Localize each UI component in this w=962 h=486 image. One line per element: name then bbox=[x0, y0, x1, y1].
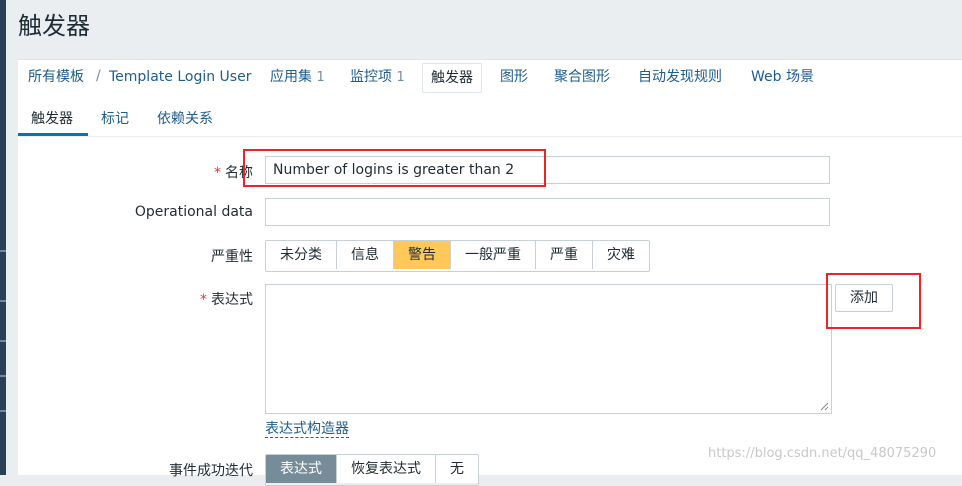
nav-items-count: 1 bbox=[396, 70, 405, 85]
nav-discovery-rules[interactable]: 自动发现规则 bbox=[638, 68, 722, 86]
annotation-box-add bbox=[826, 273, 921, 329]
nav-applications-label: 应用集 bbox=[270, 69, 312, 85]
watermark: https://blog.csdn.net/qq_48075290 bbox=[708, 446, 937, 461]
nav-items[interactable]: 监控项 1 bbox=[350, 68, 405, 87]
ok-event-recovery-expression[interactable]: 恢复表达式 bbox=[337, 455, 436, 483]
ok-event-none[interactable]: 无 bbox=[436, 455, 478, 483]
tab-tags[interactable]: 标记 bbox=[101, 108, 129, 128]
name-label: * 名称 bbox=[214, 165, 253, 181]
nav-triggers[interactable]: 触发器 bbox=[422, 63, 482, 93]
expression-textarea[interactable] bbox=[265, 284, 832, 414]
annotation-box-name bbox=[243, 149, 546, 187]
tab-bar: 触发器 标记 依赖关系 bbox=[18, 98, 962, 137]
nav-graphs[interactable]: 图形 bbox=[500, 68, 528, 86]
operational-data-input[interactable] bbox=[265, 198, 830, 226]
event-generation-label: 事件成功迭代 bbox=[169, 463, 253, 479]
severity-information[interactable]: 信息 bbox=[337, 241, 394, 269]
ok-event-expression[interactable]: 表达式 bbox=[266, 455, 337, 483]
operational-data-label: Operational data bbox=[134, 204, 253, 220]
severity-label: 严重性 bbox=[211, 249, 253, 265]
severity-selector: 未分类 信息 警告 一般严重 严重 灾难 bbox=[265, 240, 650, 272]
expression-label: * 表达式 bbox=[200, 292, 253, 308]
nav-template-login-user[interactable]: Template Login User bbox=[109, 68, 251, 86]
breadcrumb-separator: / bbox=[96, 68, 101, 84]
left-sidebar-strip bbox=[0, 0, 6, 475]
tab-trigger[interactable]: 触发器 bbox=[31, 108, 73, 128]
required-mark: * bbox=[214, 165, 221, 181]
required-mark: * bbox=[200, 292, 207, 308]
severity-disaster[interactable]: 灾难 bbox=[593, 241, 649, 269]
severity-high[interactable]: 严重 bbox=[536, 241, 593, 269]
nav-items-label: 监控项 bbox=[350, 69, 392, 85]
page-title: 触发器 bbox=[18, 12, 90, 40]
nav-web-scenarios[interactable]: Web 场景 bbox=[751, 68, 814, 86]
severity-average[interactable]: 一般严重 bbox=[451, 241, 536, 269]
ok-event-generation-selector: 表达式 恢复表达式 无 bbox=[265, 454, 479, 486]
nav-all-templates[interactable]: 所有模板 bbox=[28, 68, 84, 86]
active-tab-indicator bbox=[18, 133, 88, 136]
nav-applications-count: 1 bbox=[316, 70, 325, 85]
resize-handle-icon[interactable] bbox=[820, 402, 829, 411]
expression-constructor-link[interactable]: 表达式构造器 bbox=[265, 421, 349, 438]
nav-applications[interactable]: 应用集 1 bbox=[270, 68, 325, 87]
severity-not-classified[interactable]: 未分类 bbox=[266, 241, 337, 269]
nav-screens[interactable]: 聚合图形 bbox=[554, 68, 610, 86]
severity-warning[interactable]: 警告 bbox=[394, 241, 451, 269]
tab-dependencies[interactable]: 依赖关系 bbox=[157, 108, 213, 128]
breadcrumb-nav: 所有模板 / Template Login User 应用集 1 监控项 1 触… bbox=[18, 59, 962, 99]
